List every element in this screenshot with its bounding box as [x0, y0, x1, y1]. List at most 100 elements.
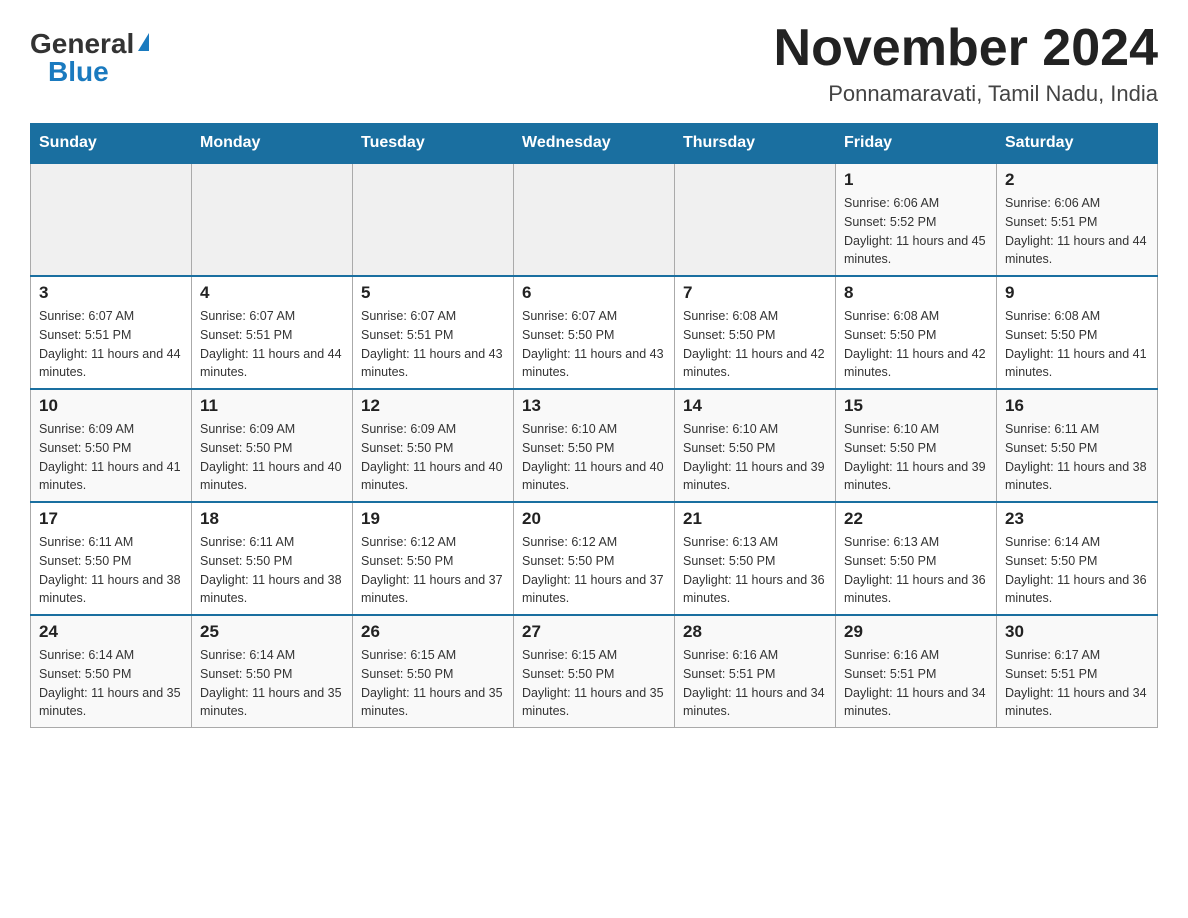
day-info: Sunrise: 6:15 AMSunset: 5:50 PMDaylight:… [522, 646, 666, 721]
title-block: November 2024 Ponnamaravati, Tamil Nadu,… [774, 20, 1158, 107]
day-info: Sunrise: 6:10 AMSunset: 5:50 PMDaylight:… [522, 420, 666, 495]
day-number: 21 [683, 509, 827, 529]
day-info: Sunrise: 6:06 AMSunset: 5:51 PMDaylight:… [1005, 194, 1149, 269]
calendar-cell: 5 Sunrise: 6:07 AMSunset: 5:51 PMDaylight… [353, 276, 514, 389]
day-info: Sunrise: 6:16 AMSunset: 5:51 PMDaylight:… [844, 646, 988, 721]
calendar-header-row: SundayMondayTuesdayWednesdayThursdayFrid… [31, 124, 1158, 164]
calendar-cell: 7 Sunrise: 6:08 AMSunset: 5:50 PMDaylight… [675, 276, 836, 389]
day-number: 20 [522, 509, 666, 529]
calendar-cell [31, 163, 192, 276]
day-info: Sunrise: 6:08 AMSunset: 5:50 PMDaylight:… [844, 307, 988, 382]
calendar-cell: 13Sunrise: 6:10 AMSunset: 5:50 PMDayligh… [514, 389, 675, 502]
day-number: 22 [844, 509, 988, 529]
calendar-table: SundayMondayTuesdayWednesdayThursdayFrid… [30, 123, 1158, 728]
header-thursday: Thursday [675, 124, 836, 164]
week-row-3: 10 Sunrise: 6:09 AMSunset: 5:50 PMDayligh… [31, 389, 1158, 502]
header-tuesday: Tuesday [353, 124, 514, 164]
calendar-cell: 24 Sunrise: 6:14 AMSunset: 5:50 PMDayligh… [31, 615, 192, 728]
calendar-cell [675, 163, 836, 276]
day-number: 18 [200, 509, 344, 529]
day-number: 24 [39, 622, 183, 642]
header-friday: Friday [836, 124, 997, 164]
calendar-cell: 17 Sunrise: 6:11 AMSunset: 5:50 PMDayligh… [31, 502, 192, 615]
day-number: 19 [361, 509, 505, 529]
day-info: Sunrise: 6:15 AMSunset: 5:50 PMDaylight:… [361, 646, 505, 721]
header-sunday: Sunday [31, 124, 192, 164]
day-info: Sunrise: 6:09 AMSunset: 5:50 PMDaylight:… [39, 420, 183, 495]
day-number: 29 [844, 622, 988, 642]
day-info: Sunrise: 6:07 AMSunset: 5:51 PMDaylight:… [39, 307, 183, 382]
day-info: Sunrise: 6:11 AMSunset: 5:50 PMDaylight:… [39, 533, 183, 608]
calendar-cell [353, 163, 514, 276]
day-number: 9 [1005, 283, 1149, 303]
calendar-cell: 19Sunrise: 6:12 AMSunset: 5:50 PMDayligh… [353, 502, 514, 615]
calendar-cell: 12 Sunrise: 6:09 AMSunset: 5:50 PMDayligh… [353, 389, 514, 502]
calendar-cell: 9 Sunrise: 6:08 AMSunset: 5:50 PMDaylight… [997, 276, 1158, 389]
day-info: Sunrise: 6:17 AMSunset: 5:51 PMDaylight:… [1005, 646, 1149, 721]
day-info: Sunrise: 6:14 AMSunset: 5:50 PMDaylight:… [200, 646, 344, 721]
calendar-cell: 1 Sunrise: 6:06 AMSunset: 5:52 PMDaylight… [836, 163, 997, 276]
header-saturday: Saturday [997, 124, 1158, 164]
week-row-1: 1 Sunrise: 6:06 AMSunset: 5:52 PMDaylight… [31, 163, 1158, 276]
calendar-cell: 22 Sunrise: 6:13 AMSunset: 5:50 PMDayligh… [836, 502, 997, 615]
day-number: 11 [200, 396, 344, 416]
day-info: Sunrise: 6:08 AMSunset: 5:50 PMDaylight:… [1005, 307, 1149, 382]
day-number: 3 [39, 283, 183, 303]
day-info: Sunrise: 6:14 AMSunset: 5:50 PMDaylight:… [39, 646, 183, 721]
week-row-5: 24 Sunrise: 6:14 AMSunset: 5:50 PMDayligh… [31, 615, 1158, 728]
calendar-cell: 8 Sunrise: 6:08 AMSunset: 5:50 PMDaylight… [836, 276, 997, 389]
day-info: Sunrise: 6:07 AMSunset: 5:51 PMDaylight:… [361, 307, 505, 382]
logo-blue-text: Blue [48, 56, 109, 87]
calendar-cell: 2 Sunrise: 6:06 AMSunset: 5:51 PMDaylight… [997, 163, 1158, 276]
logo: General Blue [30, 28, 149, 88]
day-number: 17 [39, 509, 183, 529]
calendar-cell: 21Sunrise: 6:13 AMSunset: 5:50 PMDayligh… [675, 502, 836, 615]
day-number: 14 [683, 396, 827, 416]
day-number: 10 [39, 396, 183, 416]
day-number: 7 [683, 283, 827, 303]
day-number: 25 [200, 622, 344, 642]
day-number: 15 [844, 396, 988, 416]
day-number: 12 [361, 396, 505, 416]
calendar-cell: 23Sunrise: 6:14 AMSunset: 5:50 PMDayligh… [997, 502, 1158, 615]
day-number: 27 [522, 622, 666, 642]
day-number: 30 [1005, 622, 1149, 642]
calendar-cell: 27 Sunrise: 6:15 AMSunset: 5:50 PMDayligh… [514, 615, 675, 728]
day-info: Sunrise: 6:11 AMSunset: 5:50 PMDaylight:… [1005, 420, 1149, 495]
day-number: 23 [1005, 509, 1149, 529]
calendar-cell: 6Sunrise: 6:07 AMSunset: 5:50 PMDaylight… [514, 276, 675, 389]
logo-triangle-icon [138, 33, 149, 51]
day-info: Sunrise: 6:11 AMSunset: 5:50 PMDaylight:… [200, 533, 344, 608]
location-title: Ponnamaravati, Tamil Nadu, India [774, 81, 1158, 107]
day-number: 16 [1005, 396, 1149, 416]
day-info: Sunrise: 6:08 AMSunset: 5:50 PMDaylight:… [683, 307, 827, 382]
calendar-cell: 18 Sunrise: 6:11 AMSunset: 5:50 PMDayligh… [192, 502, 353, 615]
calendar-cell: 29 Sunrise: 6:16 AMSunset: 5:51 PMDayligh… [836, 615, 997, 728]
week-row-4: 17 Sunrise: 6:11 AMSunset: 5:50 PMDayligh… [31, 502, 1158, 615]
week-row-2: 3 Sunrise: 6:07 AMSunset: 5:51 PMDaylight… [31, 276, 1158, 389]
calendar-cell: 16 Sunrise: 6:11 AMSunset: 5:50 PMDayligh… [997, 389, 1158, 502]
day-info: Sunrise: 6:09 AMSunset: 5:50 PMDaylight:… [200, 420, 344, 495]
day-number: 4 [200, 283, 344, 303]
day-number: 5 [361, 283, 505, 303]
day-info: Sunrise: 6:10 AMSunset: 5:50 PMDaylight:… [683, 420, 827, 495]
calendar-cell: 3 Sunrise: 6:07 AMSunset: 5:51 PMDaylight… [31, 276, 192, 389]
day-number: 28 [683, 622, 827, 642]
calendar-cell: 14 Sunrise: 6:10 AMSunset: 5:50 PMDayligh… [675, 389, 836, 502]
calendar-cell: 30 Sunrise: 6:17 AMSunset: 5:51 PMDayligh… [997, 615, 1158, 728]
day-info: Sunrise: 6:12 AMSunset: 5:50 PMDaylight:… [522, 533, 666, 608]
calendar-cell: 4Sunrise: 6:07 AMSunset: 5:51 PMDaylight… [192, 276, 353, 389]
calendar-cell [514, 163, 675, 276]
day-info: Sunrise: 6:09 AMSunset: 5:50 PMDaylight:… [361, 420, 505, 495]
calendar-cell: 15Sunrise: 6:10 AMSunset: 5:50 PMDayligh… [836, 389, 997, 502]
day-number: 2 [1005, 170, 1149, 190]
day-number: 8 [844, 283, 988, 303]
calendar-cell: 10 Sunrise: 6:09 AMSunset: 5:50 PMDayligh… [31, 389, 192, 502]
calendar-cell [192, 163, 353, 276]
header-wednesday: Wednesday [514, 124, 675, 164]
day-info: Sunrise: 6:13 AMSunset: 5:50 PMDaylight:… [844, 533, 988, 608]
day-info: Sunrise: 6:06 AMSunset: 5:52 PMDaylight:… [844, 194, 988, 269]
calendar-cell: 26Sunrise: 6:15 AMSunset: 5:50 PMDayligh… [353, 615, 514, 728]
calendar-cell: 20 Sunrise: 6:12 AMSunset: 5:50 PMDayligh… [514, 502, 675, 615]
day-number: 1 [844, 170, 988, 190]
